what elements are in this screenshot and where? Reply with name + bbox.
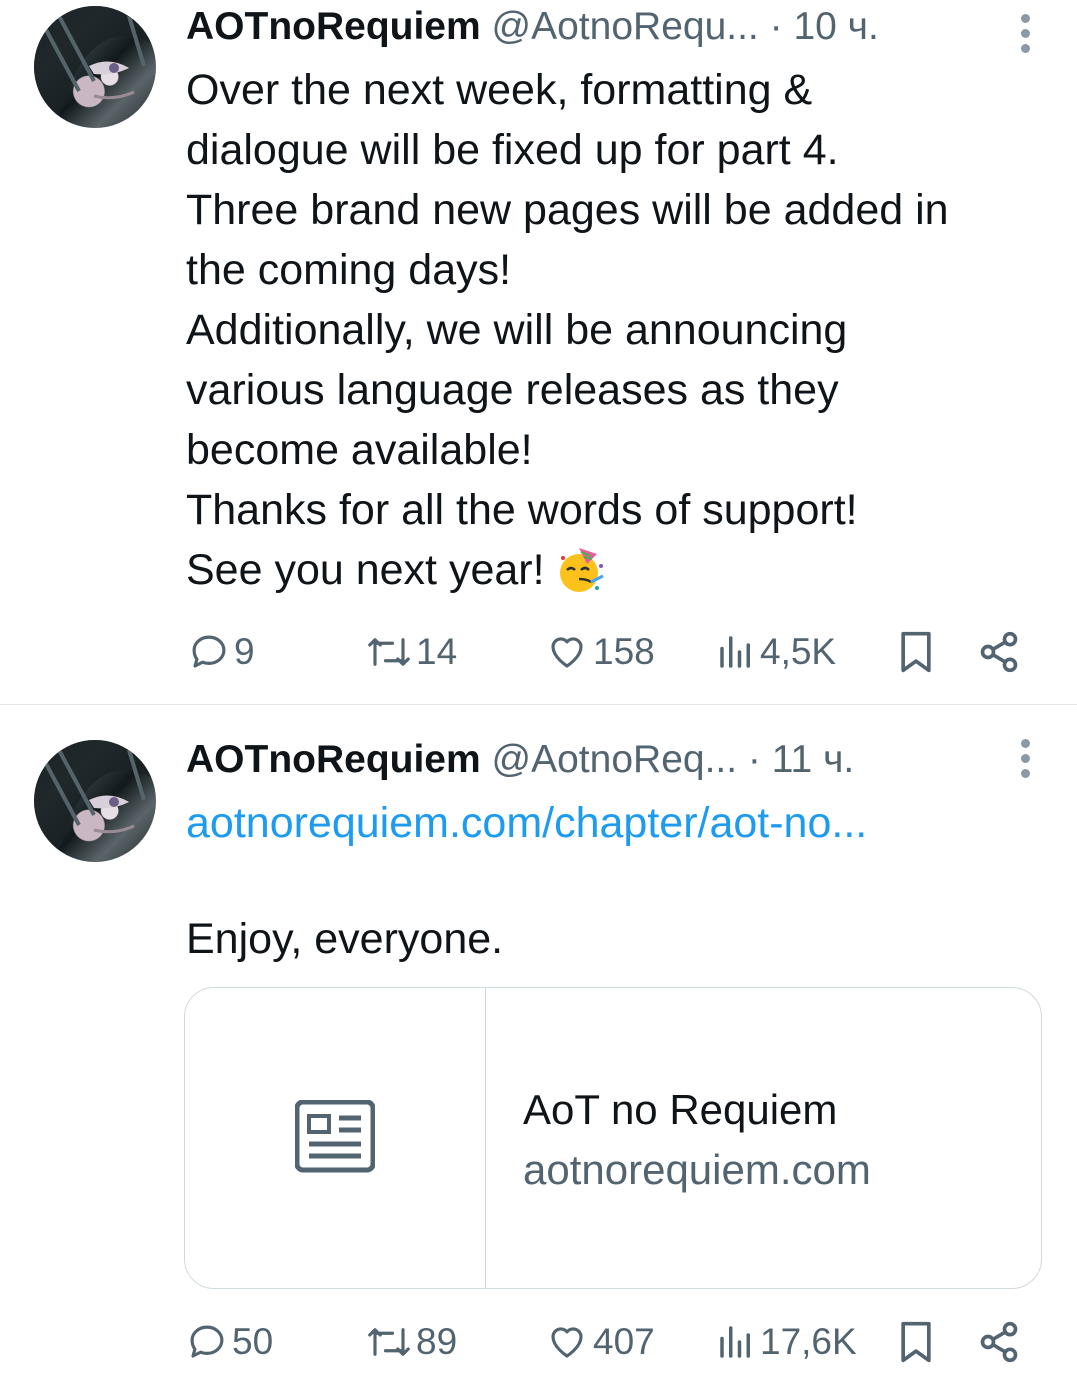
partying-face-icon: [557, 546, 605, 594]
share-icon: [980, 631, 1018, 673]
text-line: Three brand new pages will be added in: [186, 186, 949, 234]
more-options-icon[interactable]: [1021, 739, 1031, 784]
reply-icon: [190, 1325, 224, 1358]
reply-count: 50: [232, 1321, 274, 1362]
bookmark-icon: [901, 1321, 931, 1363]
tweet-text: Enjoy, everyone.: [186, 915, 504, 963]
reply-icon: [192, 635, 226, 668]
repost-icon: [368, 638, 410, 666]
view-count: 17,6K: [760, 1321, 857, 1362]
bookmark-icon: [901, 631, 931, 673]
link-card[interactable]: AoT no Requiem aotnorequiem.com: [184, 987, 1042, 1289]
view-count: 4,5K: [760, 631, 837, 672]
avatar[interactable]: [34, 740, 156, 862]
card-domain: aotnorequiem.com: [523, 1146, 871, 1193]
tweet[interactable]: AOTnoRequiem @AotnoReq... · 11 ч. aotnor…: [0, 705, 1077, 1395]
text-line-last: See you next year!: [186, 540, 949, 600]
author-name[interactable]: AOTnoRequiem: [186, 5, 481, 48]
text-line: various language releases as they: [186, 366, 839, 414]
repost-count: 14: [416, 631, 458, 672]
repost-button[interactable]: 89: [366, 1312, 457, 1372]
action-bar: 50 89 407 17,6K: [0, 1312, 1077, 1372]
repost-count: 89: [416, 1321, 458, 1362]
avatar[interactable]: [34, 6, 156, 128]
separator-dot: ·: [769, 5, 783, 48]
reply-button[interactable]: 9: [188, 622, 255, 682]
repost-button[interactable]: 14: [366, 622, 457, 682]
timestamp[interactable]: 11 ч.: [772, 738, 854, 781]
like-count: 407: [593, 1321, 655, 1362]
repost-icon: [368, 1328, 410, 1356]
tweet-header: AOTnoRequiem @AotnoReq... · 11 ч.: [186, 735, 854, 785]
article-icon: [295, 1100, 375, 1173]
text-line: the coming days!: [186, 246, 512, 294]
text-line: Thanks for all the words of support!: [186, 486, 858, 534]
analytics-icon: [720, 636, 750, 668]
like-button[interactable]: 158: [545, 622, 655, 682]
text-line: Additionally, we will be announcing: [186, 306, 848, 354]
views-button[interactable]: 17,6K: [716, 1312, 857, 1372]
reply-count: 9: [234, 631, 255, 672]
card-thumbnail: [185, 988, 486, 1288]
bookmark-button[interactable]: [896, 1312, 936, 1372]
reply-button[interactable]: 50: [186, 1312, 273, 1372]
analytics-icon: [720, 1326, 750, 1358]
like-count: 158: [593, 631, 655, 672]
card-title: AoT no Requiem: [523, 1086, 838, 1133]
author-handle[interactable]: @AotnoReq...: [492, 738, 738, 781]
text-line: Over the next week, formatting &: [186, 66, 813, 114]
text-line: become available!: [186, 426, 533, 474]
timestamp[interactable]: 10 ч.: [793, 5, 878, 48]
heart-icon: [551, 637, 583, 668]
bookmark-button[interactable]: [896, 622, 936, 682]
share-button[interactable]: [976, 622, 1022, 682]
tweet-text: Over the next week, formatting & dialogu…: [186, 60, 949, 600]
share-icon: [980, 1321, 1018, 1363]
author-handle[interactable]: @AotnoRequ...: [492, 5, 759, 48]
action-bar: 9 14 158 4,5K: [0, 622, 1077, 682]
heart-icon: [551, 1327, 583, 1358]
author-name[interactable]: AOTnoRequiem: [186, 738, 481, 781]
share-button[interactable]: [976, 1312, 1022, 1372]
views-button[interactable]: 4,5K: [716, 622, 836, 682]
tweet-link[interactable]: aotnorequiem.com/chapter/aot-no...: [186, 795, 867, 851]
more-options-icon[interactable]: [1021, 14, 1031, 59]
tweet[interactable]: AOTnoRequiem @AotnoRequ... · 10 ч. Over …: [0, 0, 1077, 705]
tweet-header: AOTnoRequiem @AotnoRequ... · 10 ч.: [186, 2, 879, 52]
separator-dot: ·: [747, 738, 761, 781]
text-line: dialogue will be fixed up for part 4.: [186, 126, 839, 174]
text-line: See you next year!: [186, 546, 545, 594]
like-button[interactable]: 407: [545, 1312, 655, 1372]
